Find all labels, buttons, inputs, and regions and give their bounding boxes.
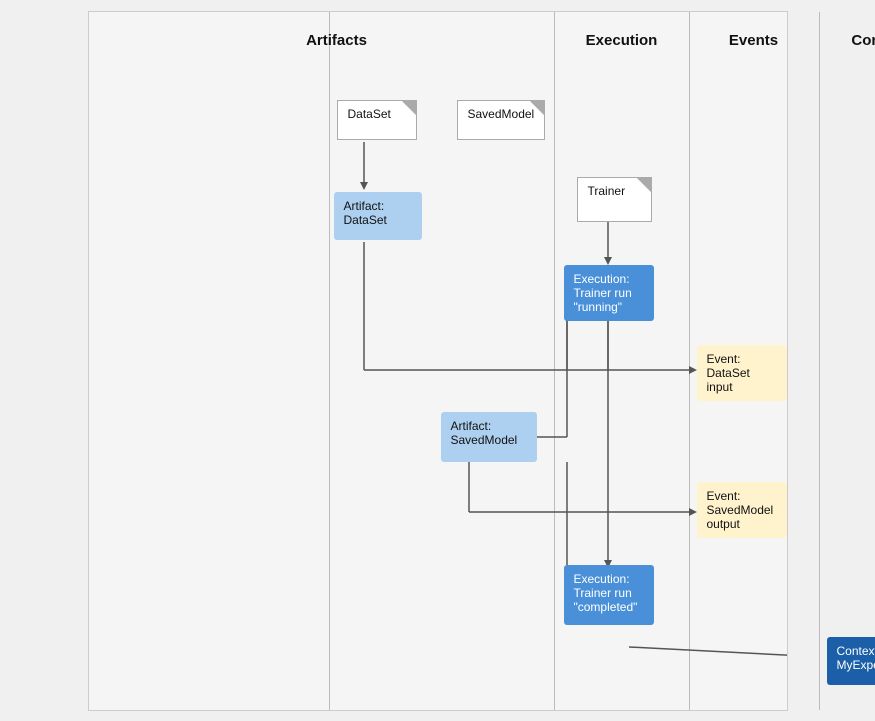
trainer-type-node: Trainer [577, 177, 652, 222]
event-dataset-input-label: Event:DataSet input [707, 352, 750, 394]
event-dataset-input-node: Event:DataSet input [697, 345, 787, 401]
context-myexperiment-node: Context:MyExperiment [827, 637, 875, 685]
artifact-dataset-node: Artifact:DataSet [334, 192, 422, 240]
savedmodel-type-label: SavedModel [468, 107, 535, 121]
execution-running-node: Execution:Trainer run"running" [564, 265, 654, 321]
execution-completed-node: Execution:Trainer run"completed" [564, 565, 654, 625]
divider-contexts [819, 12, 820, 710]
artifact-savedmodel-label: Artifact:SavedModel [451, 419, 518, 447]
divider-execution [554, 12, 555, 710]
savedmodel-type-node: SavedModel [457, 100, 545, 140]
header-events: Events [729, 32, 778, 49]
connection-lines [89, 12, 787, 710]
trainer-type-label: Trainer [588, 184, 626, 198]
execution-completed-label: Execution:Trainer run"completed" [574, 572, 638, 614]
execution-running-label: Execution:Trainer run"running" [574, 272, 632, 314]
header-artifacts: Artifacts [306, 32, 367, 49]
divider-artifacts [329, 12, 330, 710]
artifact-dataset-label: Artifact:DataSet [344, 199, 387, 227]
dataset-type-node: DataSet [337, 100, 417, 140]
header-contexts: Contexts [851, 32, 875, 49]
event-savedmodel-output-label: Event:SavedModeloutput [707, 489, 774, 531]
artifact-savedmodel-node: Artifact:SavedModel [441, 412, 537, 462]
divider-events [689, 12, 690, 710]
context-myexperiment-label: Context:MyExperiment [837, 644, 875, 672]
header-execution: Execution [586, 32, 658, 49]
event-savedmodel-output-node: Event:SavedModeloutput [697, 482, 787, 538]
dataset-type-label: DataSet [348, 107, 391, 121]
diagram-container: Artifacts Execution Events Contexts [88, 11, 788, 711]
